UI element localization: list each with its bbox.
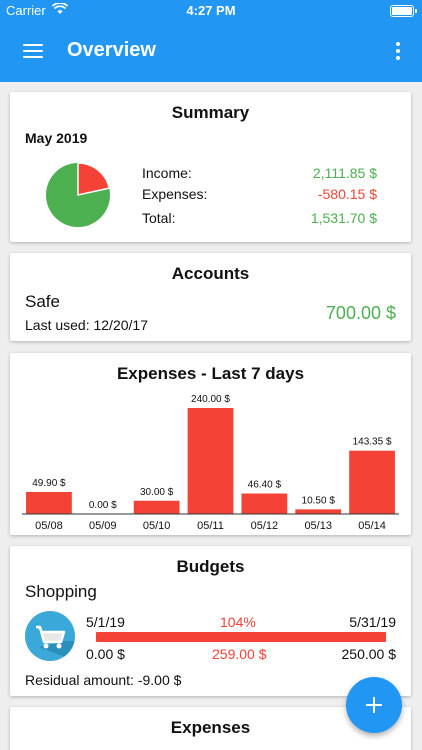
add-button[interactable] bbox=[346, 677, 402, 733]
status-bar: Carrier 4:27 PM bbox=[0, 0, 422, 22]
expenses-bar-chart: 49.90 $ 05/08 0.00 $ 05/09 30.00 $ 05/10 240.0… bbox=[22, 394, 399, 532]
budget-min: 0.00 $ bbox=[86, 646, 125, 662]
battery-icon bbox=[390, 5, 417, 17]
budget-max: 250.00 $ bbox=[341, 646, 397, 662]
budget-residual: Residual amount: -9.00 $ bbox=[25, 672, 182, 688]
bar-value-label: 240.00 $ bbox=[191, 394, 230, 405]
account-last-used: Last used: 12/20/17 bbox=[25, 317, 148, 333]
expenses-7-days-card[interactable]: Expenses - Last 7 days 49.90 $05/08 0.00 … bbox=[10, 353, 411, 535]
bar-value-label: 0.00 $ bbox=[89, 500, 117, 511]
budget-spent: 259.00 $ bbox=[212, 646, 267, 662]
summary-pie-chart bbox=[46, 162, 111, 227]
budget-start-date: 5/1/19 bbox=[86, 614, 125, 630]
accounts-card[interactable]: Accounts Safe Last used: 12/20/17 700.00… bbox=[10, 253, 411, 341]
total-value: 1,531.70 $ bbox=[310, 210, 377, 226]
income-value: 2,111.85 $ bbox=[312, 165, 377, 181]
more-vert-icon[interactable] bbox=[394, 39, 402, 63]
menu-icon[interactable] bbox=[18, 39, 48, 63]
app-bar: Overview bbox=[0, 22, 422, 82]
accounts-title: Accounts bbox=[171, 264, 250, 283]
budget-percent: 104% bbox=[220, 614, 256, 630]
budget-progress-bar bbox=[96, 632, 386, 642]
total-label: Total: bbox=[142, 210, 176, 226]
x-tick-label: 05/10 bbox=[143, 520, 171, 532]
bar-value-label: 49.90 $ bbox=[32, 478, 66, 489]
page-title: Overview bbox=[67, 39, 156, 61]
budgets-title: Budgets bbox=[176, 557, 245, 576]
expense-bar bbox=[187, 408, 234, 514]
summary-month: May 2019 bbox=[25, 130, 88, 146]
budget-name: Shopping bbox=[25, 582, 97, 601]
account-amount: 700.00 $ bbox=[325, 303, 396, 323]
x-tick-label: 05/09 bbox=[89, 520, 117, 532]
account-name: Safe bbox=[25, 292, 60, 311]
budget-end-date: 5/31/19 bbox=[349, 614, 396, 630]
budget-progress-fill bbox=[96, 632, 386, 642]
summary-card[interactable]: Summary May 2019 Income: 2,111.85 $ Expe… bbox=[10, 92, 411, 242]
budgets-card[interactable]: Budgets Shopping 5/1/19 104% 5/31/19 0.0… bbox=[10, 546, 411, 696]
summary-title: Summary bbox=[171, 103, 250, 122]
x-tick-label: 05/12 bbox=[251, 520, 279, 532]
expenses-value: -580.15 $ bbox=[317, 186, 377, 202]
expense-bar bbox=[295, 509, 342, 514]
bar-value-label: 46.40 $ bbox=[248, 480, 282, 491]
shopping-cart-icon bbox=[25, 611, 75, 661]
income-label: Income: bbox=[142, 165, 192, 181]
x-tick-label: 05/11 bbox=[197, 520, 224, 532]
expense-bar bbox=[133, 500, 180, 514]
x-tick-label: 05/14 bbox=[358, 520, 386, 532]
bar-value-label: 30.00 $ bbox=[140, 487, 174, 498]
bar-value-label: 143.35 $ bbox=[353, 437, 392, 448]
expense-bar bbox=[26, 491, 72, 514]
expense-bar bbox=[349, 450, 395, 514]
expense-bar bbox=[241, 493, 288, 514]
bar-value-label: 10.50 $ bbox=[302, 495, 336, 506]
x-tick-label: 05/08 bbox=[35, 520, 63, 532]
status-time: 4:27 PM bbox=[186, 3, 236, 18]
x-tick-label: 05/13 bbox=[304, 520, 332, 532]
expenses-label: Expenses: bbox=[142, 186, 208, 202]
